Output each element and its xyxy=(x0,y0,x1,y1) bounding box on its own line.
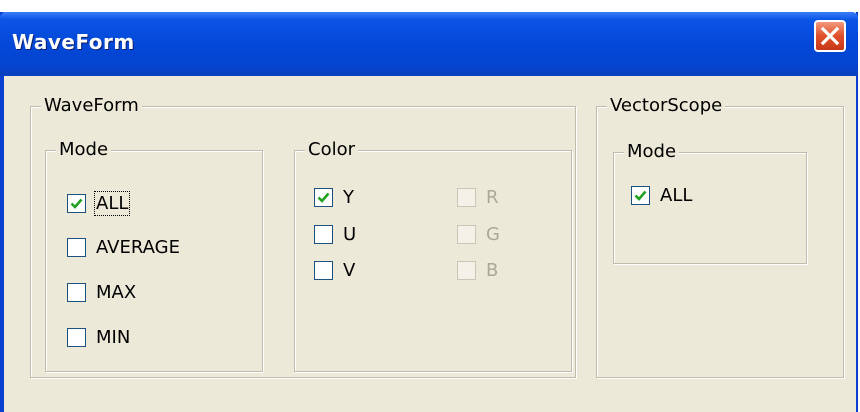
checkbox-box[interactable] xyxy=(67,327,86,347)
vectorscope-mode-group: Mode ALL xyxy=(613,140,807,264)
checkbox-box[interactable] xyxy=(67,282,86,302)
color-g-label: G xyxy=(486,223,500,245)
mode-max-checkbox[interactable]: MAX xyxy=(67,280,136,304)
check-mark-icon xyxy=(634,190,647,201)
checkbox-box[interactable] xyxy=(457,187,476,207)
color-b-checkbox[interactable]: B xyxy=(457,258,498,282)
color-r-label: R xyxy=(486,186,499,208)
color-y-label: Y xyxy=(343,186,354,208)
waveform-color-group: Color Y U V R G B xyxy=(294,138,572,372)
checkbox-box[interactable] xyxy=(314,187,333,207)
waveform-group-legend: WaveForm xyxy=(41,94,142,118)
color-r-checkbox[interactable]: R xyxy=(457,185,499,209)
close-button[interactable] xyxy=(814,20,846,52)
dialog-window: WaveForm WaveForm Mode ALL AVERAGE MAX M… xyxy=(0,12,858,412)
vectorscope-all-checkbox[interactable]: ALL xyxy=(631,183,692,207)
color-v-label: V xyxy=(343,259,356,281)
checkbox-box[interactable] xyxy=(631,185,650,205)
checkbox-box[interactable] xyxy=(314,224,333,244)
vectorscope-all-label: ALL xyxy=(660,184,693,206)
waveform-color-legend: Color xyxy=(305,138,358,162)
color-u-label: U xyxy=(343,223,357,245)
waveform-mode-group: Mode ALL AVERAGE MAX MIN xyxy=(45,138,263,372)
mode-average-checkbox[interactable]: AVERAGE xyxy=(67,235,180,259)
checkbox-box[interactable] xyxy=(67,193,86,213)
checkbox-box[interactable] xyxy=(457,224,476,244)
waveform-mode-legend: Mode xyxy=(56,138,112,162)
check-mark-icon xyxy=(317,192,330,203)
checkbox-box[interactable] xyxy=(314,260,333,280)
check-mark-icon xyxy=(70,198,83,209)
vectorscope-group: VectorScope Mode ALL xyxy=(596,94,844,378)
waveform-group: WaveForm Mode ALL AVERAGE MAX MIN Color … xyxy=(30,94,576,378)
mode-min-checkbox[interactable]: MIN xyxy=(67,325,130,349)
mode-average-label: AVERAGE xyxy=(96,236,180,258)
color-v-checkbox[interactable]: V xyxy=(314,258,355,282)
vectorscope-mode-legend: Mode xyxy=(624,140,680,164)
color-y-checkbox[interactable]: Y xyxy=(314,185,354,209)
window-title: WaveForm xyxy=(12,30,135,54)
mode-max-label: MAX xyxy=(96,281,137,303)
vectorscope-group-legend: VectorScope xyxy=(607,94,726,118)
color-u-checkbox[interactable]: U xyxy=(314,222,356,246)
checkbox-box[interactable] xyxy=(67,237,86,257)
mode-all-label: ALL xyxy=(93,190,131,216)
checkbox-box[interactable] xyxy=(457,260,476,280)
mode-all-checkbox[interactable]: ALL xyxy=(67,190,131,216)
title-bar[interactable]: WaveForm xyxy=(0,12,858,76)
mode-min-label: MIN xyxy=(96,326,131,348)
color-g-checkbox[interactable]: G xyxy=(457,222,500,246)
color-b-label: B xyxy=(486,259,499,281)
